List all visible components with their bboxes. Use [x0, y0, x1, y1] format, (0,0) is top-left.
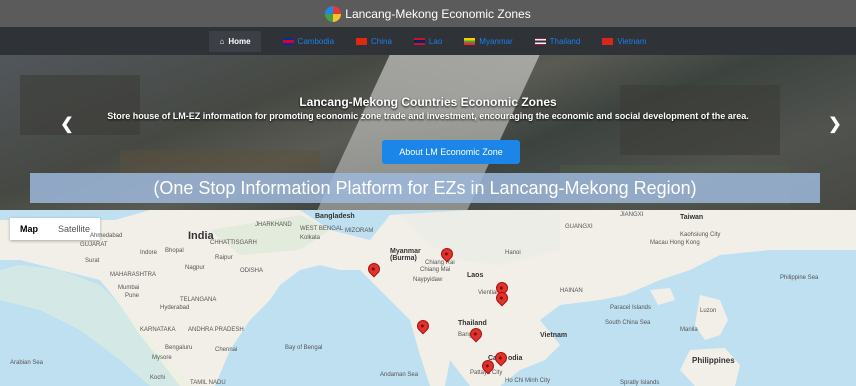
nav-china[interactable]: China [356, 37, 392, 46]
label-south-china-sea: South China Sea [605, 320, 651, 326]
label-taiwan: Taiwan [680, 214, 704, 221]
platform-banner: (One Stop Information Platform for EZs i… [30, 173, 820, 203]
thailand-flag-icon [534, 37, 546, 45]
label-philippines: Philippines [692, 356, 735, 365]
label-west-bengal: WEST BENGAL [300, 226, 344, 232]
nav-lao-label: Lao [428, 36, 443, 46]
label-nagpur: Nagpur [185, 265, 205, 271]
label-chennai: Chennai [215, 347, 238, 353]
nav-vietnam-label: Vietnam [617, 36, 647, 46]
about-lm-button[interactable]: About LM Economic Zone [382, 140, 520, 164]
label-odisha: ODISHA [240, 268, 264, 274]
cambodia-flag-icon [282, 37, 294, 45]
vietnam-flag-icon [602, 37, 614, 45]
label-chiang-mai: Chiang Mai [420, 267, 451, 273]
label-paracel: Paracel Islands [610, 305, 652, 311]
label-spratly: Spratly Islands [620, 380, 660, 386]
label-philippine-sea: Philippine Sea [780, 275, 819, 281]
label-bay-of-bengal: Bay of Bengal [285, 345, 323, 351]
label-tamil: TAMIL NADU [190, 380, 226, 386]
label-chiang-rai: Chiang Rai [425, 260, 455, 266]
map-view[interactable]: Map Satellite India Bangladesh Myanmar (… [0, 210, 856, 386]
label-bangladesh: Bangladesh [315, 213, 355, 220]
label-andhra: ANDHRA PRADESH [188, 327, 244, 333]
label-vietnam: Vietnam [540, 332, 568, 339]
label-hainan: HAINAN [560, 288, 583, 294]
main-nav: ⌂ Home Cambodia China Lao Myanmar Thaila… [0, 27, 856, 55]
label-andaman-sea: Andaman Sea [380, 372, 419, 378]
site-header: Lancang-Mekong Economic Zones [0, 0, 856, 27]
nav-lao[interactable]: Lao [413, 36, 443, 46]
label-karnataka: KARNATAKA [140, 327, 176, 333]
label-kolkata: Kolkata [300, 235, 321, 241]
nav-thailand-label: Thailand [549, 36, 581, 46]
nav-home-label: Home [228, 36, 251, 46]
myanmar-flag-icon [464, 37, 476, 45]
nav-myanmar[interactable]: Myanmar [464, 36, 513, 46]
label-cambodia-part2: odia [508, 355, 523, 362]
site-title: Lancang-Mekong Economic Zones [345, 6, 531, 21]
nav-home[interactable]: ⌂ Home [209, 30, 261, 52]
nav-cambodia[interactable]: Cambodia [282, 36, 335, 46]
label-bhopal: Bhopal [165, 248, 184, 254]
hero-subtitle: Store house of LM-EZ information for pro… [107, 111, 749, 121]
label-surat: Surat [85, 258, 100, 264]
nav-vietnam[interactable]: Vietnam [602, 36, 647, 46]
label-naypyidaw: Naypyidaw [413, 277, 443, 283]
nav-china-label: China [371, 36, 392, 46]
label-laos: Laos [467, 272, 484, 279]
label-hong-kong: Macau Hong Kong [650, 240, 700, 246]
lm-logo-icon [325, 5, 342, 22]
label-ho-chi-minh: Ho Chi Minh City [505, 378, 551, 384]
label-pune: Pune [125, 293, 140, 299]
label-manila: Manila [680, 327, 698, 333]
label-kochi: Kochi [150, 375, 166, 381]
label-jharkhand: JHARKHAND [255, 222, 292, 228]
label-thailand: Thailand [458, 320, 487, 327]
nav-thailand[interactable]: Thailand [534, 36, 581, 46]
map-type-map[interactable]: Map [10, 218, 48, 240]
label-myanmar: Myanmar (Burma) [390, 248, 421, 262]
label-mysore: Mysore [152, 355, 172, 361]
label-bengaluru: Bengaluru [165, 345, 193, 351]
china-flag-icon [356, 37, 368, 45]
label-mizoram: MIZORAM [345, 228, 374, 234]
label-chhattisgarh: CHHATTISGARH [210, 240, 257, 246]
label-telangana: TELANGANA [180, 297, 217, 303]
label-arabian-sea: Arabian Sea [10, 360, 44, 366]
hero-title: Lancang-Mekong Countries Economic Zones [299, 95, 557, 109]
label-hanoi: Hanoi [505, 250, 521, 256]
map-type-control: Map Satellite [10, 218, 101, 240]
label-ahmedabad: Ahmedabad [90, 233, 123, 239]
label-indore: Indore [140, 250, 158, 256]
label-raipur: Raipur [215, 255, 233, 261]
label-guangxi: GUANGXI [565, 224, 593, 230]
nav-myanmar-label: Myanmar [479, 36, 513, 46]
label-mumbai: Mumbai [118, 285, 140, 291]
label-kaohsiung: Kaohsiung City [680, 232, 721, 238]
nav-cambodia-label: Cambodia [297, 36, 335, 46]
label-hyderabad: Hyderabad [160, 305, 190, 311]
lao-flag-icon [413, 37, 425, 45]
label-gujarat: GUJARAT [80, 242, 108, 248]
home-icon: ⌂ [219, 36, 225, 46]
label-jiangxi: JIANGXI [620, 212, 644, 218]
label-luzon: Luzon [700, 308, 717, 314]
label-maharashtra: MAHARASHTRA [110, 272, 157, 278]
